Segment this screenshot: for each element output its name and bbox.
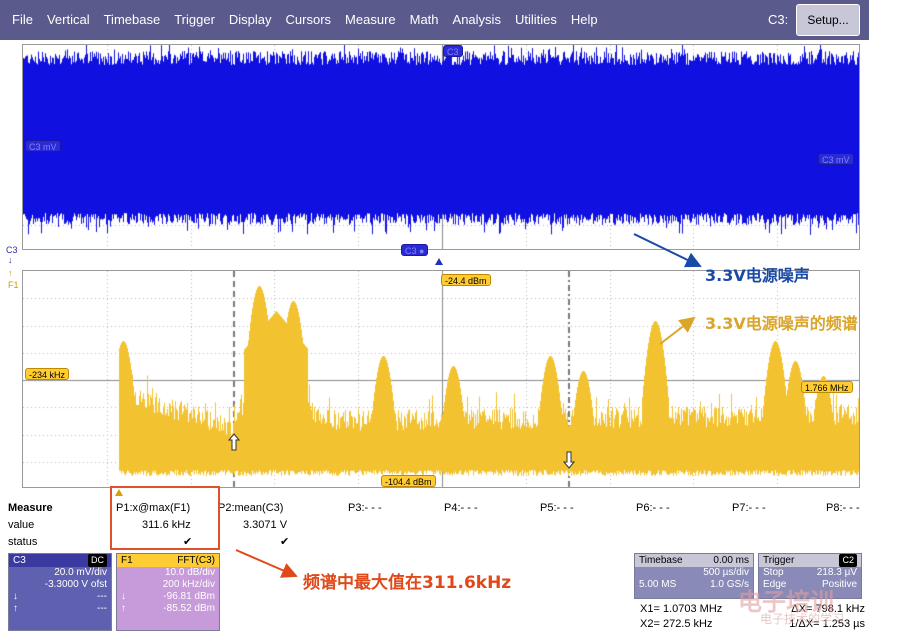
f1-up-arrow-icon: ↑ [121,603,126,614]
measure-param-p4[interactable]: P4:- - - [444,502,478,514]
menu-display[interactable]: Display [222,0,279,40]
top-grid-top-tag: C3 [443,45,463,57]
timebase-panel[interactable]: Timebase 0.00 ms 500 µs/div 5.00 MS 1.0 GS… [634,553,754,599]
setup-button[interactable]: Setup... [796,4,860,36]
f1-down-arrow-icon: ↓ [121,591,126,602]
fft-top-tag: -24.4 dBm [441,274,491,286]
measure-value-label: value [8,519,35,531]
menu-file[interactable]: File [0,0,40,40]
fft-grid[interactable]: -24.4 dBm -234 kHz 1.766 MHz -104.4 dBm [22,270,860,488]
channel-c3-panel[interactable]: C3 DC 20.0 mV/div -3.3000 V ofst ↓ --- ↑ --… [8,553,112,631]
x2-value: 272.5 kHz [662,618,713,630]
menu-trigger[interactable]: Trigger [167,0,222,40]
fft-bottom-tag: -104.4 dBm [381,475,436,487]
fft-spectrum [23,271,859,487]
menu-measure[interactable]: Measure [338,0,403,40]
top-grid-left-tag: C3 mV [25,140,61,152]
measure-param-p3[interactable]: P3:- - - [348,502,382,514]
trigger-title: Trigger [763,555,795,566]
c3-down-arrow-icon: ↓ [13,591,18,602]
menu-math[interactable]: Math [403,0,446,40]
f1-readout-2: -85.52 dBm [163,603,215,614]
channel-label: C3: [768,12,789,27]
menu-utilities[interactable]: Utilities [508,0,564,40]
f1-readout-1: -96.81 dBm [163,591,215,602]
top-grid-right-tag: C3 mV [818,153,854,165]
measure-status-label: status [8,536,38,548]
measure-param-p8[interactable]: P8:- - - [826,502,860,514]
x2-label: X2= [640,618,660,630]
trigger-position-icon [435,258,443,265]
menu-vertical[interactable]: Vertical [40,0,97,40]
f1-dbdiv: 10.0 dB/div [164,567,215,578]
fft-right-tag: 1.766 MHz [801,381,853,393]
measure-status-icon-p2: ✔ [280,536,290,548]
c3-side-label: C3 [6,245,18,255]
measure-param-p6[interactable]: P6:- - - [636,502,670,514]
measure-param-p5[interactable]: P5:- - - [540,502,574,514]
f1-panel-title: F1 [121,555,133,566]
menu-help[interactable]: Help [564,0,605,40]
menu-bar: File Vertical Timebase Trigger Display Cursor… [0,0,869,40]
f1-hzdiv: 200 kHz/div [162,579,215,590]
timebase-samples: 5.00 MS [639,579,677,590]
c3-readout-2: --- [97,603,107,614]
timebase-delay: 0.00 ms [713,555,749,566]
function-f1-panel[interactable]: F1 FFT(C3) 10.0 dB/div 200 kHz/div ↓ -96.8… [116,553,220,631]
menu-timebase[interactable]: Timebase [97,0,168,40]
trigger-source-badge: C2 [839,554,857,567]
cursor-x1-handle-icon[interactable] [563,451,575,469]
spectrum-annotation: 3.3V电源噪声的频谱 [705,314,858,333]
timebase-title: Timebase [639,555,683,566]
p1-highlight-box [110,486,220,550]
c3-vdiv: 20.0 mV/div [54,567,107,578]
f1-side-arrow-icon: ↑ [8,268,13,278]
x1-label: X1= [640,603,660,615]
noise-waveform [23,45,859,249]
measure-param-p2[interactable]: P2:mean(C3) [218,502,283,514]
top-grid-bottom-tag: C3 ● [401,244,429,256]
f1-side-label: F1 [8,280,19,290]
c3-side-arrow-icon: ↓ [8,255,13,265]
noise-annotation: 3.3V电源噪声 [705,266,810,285]
c3-up-arrow-icon: ↑ [13,603,18,614]
x1-value: 1.0703 MHz [662,603,723,615]
measure-param-p7[interactable]: P7:- - - [732,502,766,514]
measure-title: Measure [8,502,53,514]
c3-panel-title: C3 [13,555,26,566]
c3-coupling-badge: DC [88,554,107,567]
c3-readout-1: --- [97,591,107,602]
f1-function: FFT(C3) [177,555,215,566]
watermark-subtitle: 电子技术的学习 [760,612,845,626]
max-annotation: 频谱中最大值在311.6kHz [303,573,512,593]
menu-cursors[interactable]: Cursors [279,0,339,40]
timebase-tdiv: 500 µs/div [703,567,749,578]
trigger-mode: Stop [763,567,784,578]
time-domain-grid[interactable]: C3 C3 mV C3 mV [22,44,860,250]
fft-left-tag: -234 kHz [25,368,70,380]
cursor-x2-handle-icon[interactable] [228,433,240,451]
trigger-level: 218.3 µV [816,567,857,578]
menu-analysis[interactable]: Analysis [446,0,508,40]
c3-offset: -3.3000 V ofst [44,579,107,590]
measure-value-p2: 3.3071 V [243,519,288,531]
